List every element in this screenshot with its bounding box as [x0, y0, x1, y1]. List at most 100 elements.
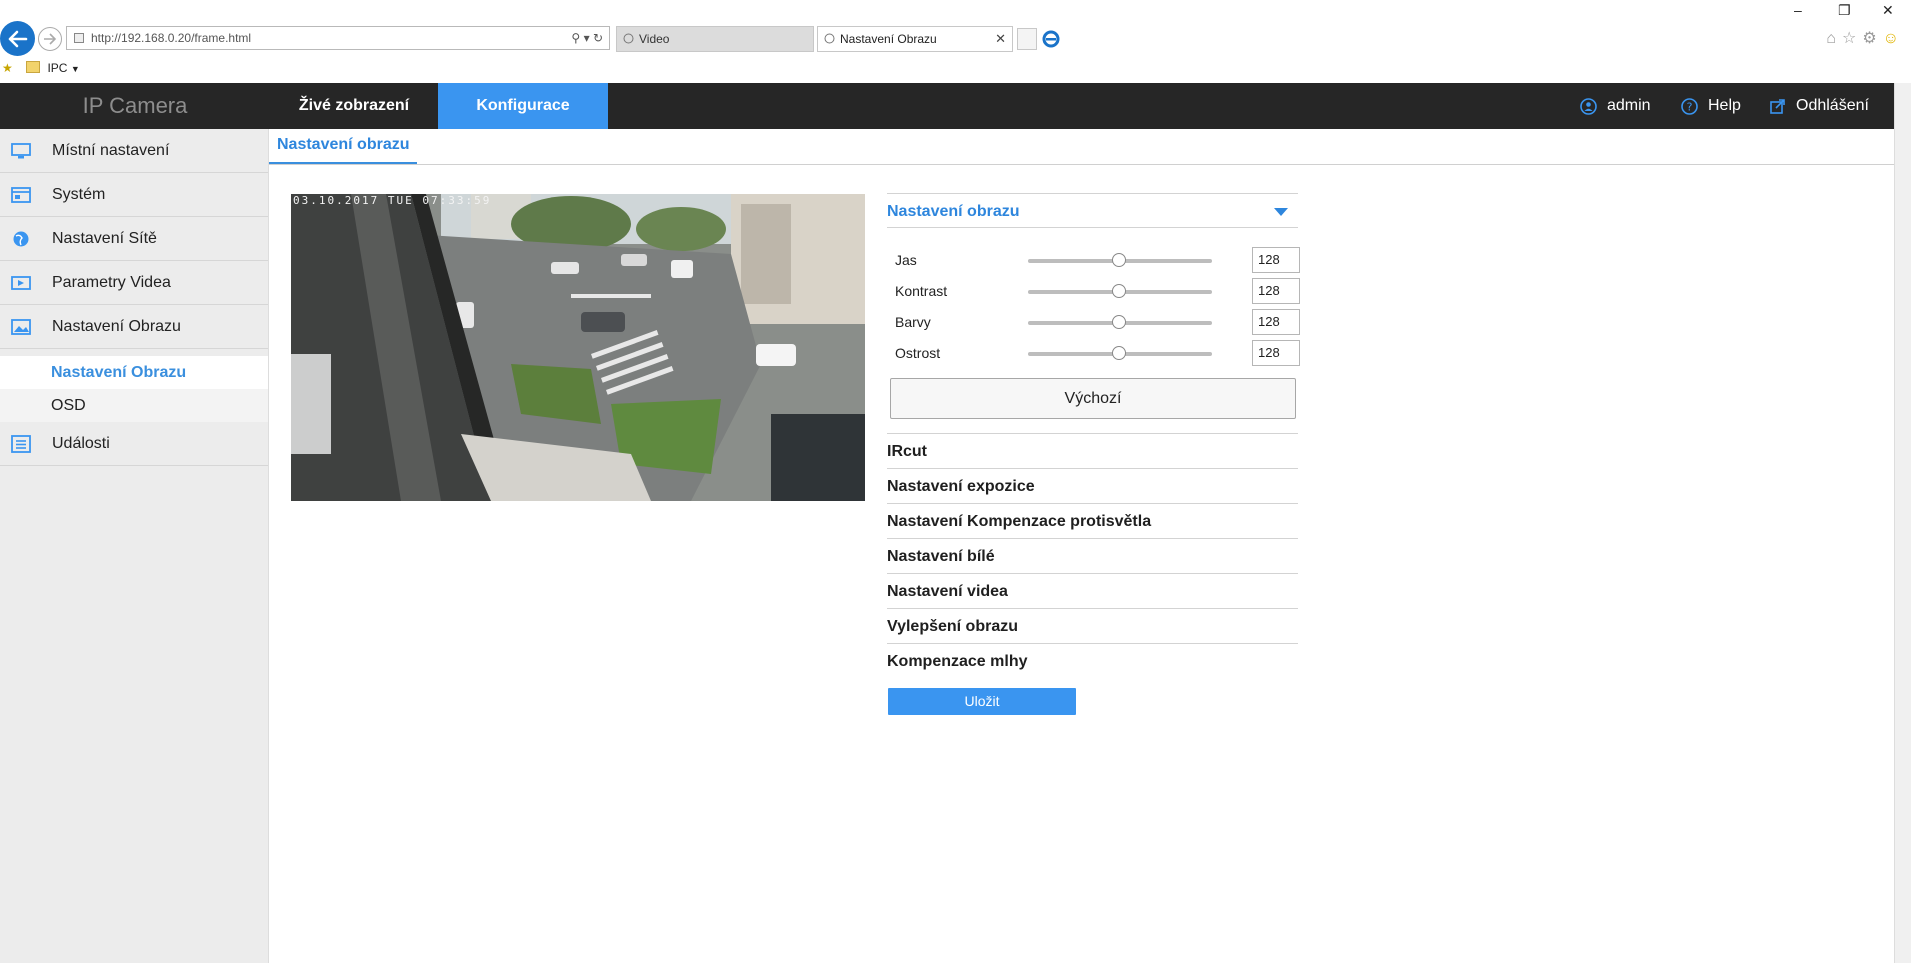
- page-icon: [74, 33, 84, 43]
- user-menu[interactable]: admin: [1580, 83, 1651, 129]
- slider-label: Jas: [895, 252, 917, 268]
- arrow-right-icon: [44, 33, 57, 45]
- back-button[interactable]: [0, 21, 35, 56]
- help-label: Help: [1708, 97, 1741, 114]
- slider-label: Ostrost: [895, 345, 941, 361]
- svg-text:?: ?: [1687, 100, 1693, 113]
- favorites-folder-ipc[interactable]: IPC: [47, 61, 67, 75]
- contrast-slider[interactable]: [1028, 284, 1212, 298]
- camera-scene-image: [291, 194, 865, 501]
- address-tools: ⚲ ▾ ↻: [571, 27, 603, 49]
- brightness-slider[interactable]: [1028, 253, 1212, 267]
- add-favorite-star-icon[interactable]: ★: [2, 61, 13, 75]
- vertical-scrollbar[interactable]: [1894, 83, 1911, 963]
- section-backlight-compensation[interactable]: Nastavení Kompenzace protisvětla: [887, 503, 1298, 538]
- contrast-value-input[interactable]: 128: [1252, 278, 1300, 304]
- sidebar-item-label: Systém: [52, 186, 106, 203]
- close-window-button[interactable]: ✕: [1882, 2, 1894, 19]
- sharpness-value-input[interactable]: 128: [1252, 340, 1300, 366]
- save-button[interactable]: Uložit: [888, 688, 1076, 715]
- sidebar-item-system[interactable]: Systém: [0, 173, 268, 217]
- default-button[interactable]: Výchozí: [890, 378, 1296, 419]
- slider-row-sharpness: Ostrost 128: [895, 339, 1300, 367]
- content-tab-image-settings[interactable]: Nastavení obrazu: [269, 129, 417, 165]
- chevron-down-icon[interactable]: ▼: [71, 64, 80, 74]
- ie-logo-icon[interactable]: [1040, 28, 1062, 50]
- browser-tab-image-settings[interactable]: Nastavení Obrazu ✕: [817, 26, 1013, 52]
- system-window-icon: [11, 187, 31, 203]
- help-link[interactable]: ? Help: [1681, 83, 1741, 129]
- sidebar-item-label: Nastavení Sítě: [52, 230, 157, 247]
- saturation-slider[interactable]: [1028, 315, 1212, 329]
- user-icon: [1580, 97, 1597, 115]
- browser-tab-video[interactable]: Video: [616, 26, 814, 52]
- forward-button[interactable]: [38, 27, 62, 51]
- image-icon: [11, 319, 31, 335]
- folder-icon: [26, 61, 41, 73]
- slider-handle[interactable]: [1112, 315, 1126, 329]
- globe-icon: [13, 231, 29, 247]
- monitor-icon: [11, 143, 31, 159]
- username: admin: [1607, 97, 1651, 114]
- sidebar-subitem-label: OSD: [51, 397, 86, 414]
- nav-configuration[interactable]: Konfigurace: [438, 83, 608, 129]
- logout-icon: [1770, 98, 1785, 114]
- content-divider: [269, 164, 1894, 165]
- caret-down-icon: [1274, 208, 1288, 216]
- dropdown-icon[interactable]: ▾: [584, 31, 590, 45]
- sidebar-item-label: Nastavení Obrazu: [52, 318, 181, 335]
- sidebar-item-network[interactable]: Nastavení Sítě: [0, 217, 268, 261]
- restore-button[interactable]: ❐: [1838, 2, 1851, 19]
- tab-label: Video: [639, 32, 670, 46]
- new-tab-button[interactable]: [1017, 28, 1037, 50]
- home-icon[interactable]: ⌂: [1826, 30, 1842, 47]
- toolbar-icons: ⌂☆⚙☺: [1826, 28, 1905, 48]
- url-text: http://192.168.0.20/frame.html: [91, 31, 252, 45]
- section-white-balance[interactable]: Nastavení bílé: [887, 538, 1298, 573]
- tab-favicon: [824, 33, 835, 44]
- sidebar-item-label: Místní nastavení: [52, 142, 170, 159]
- brightness-value-input[interactable]: 128: [1252, 247, 1300, 273]
- slider-label: Kontrast: [895, 283, 948, 299]
- logout-label: Odhlášení: [1796, 97, 1869, 114]
- section-defog[interactable]: Kompenzace mlhy: [887, 643, 1298, 678]
- sidebar-item-image-settings[interactable]: Nastavení Obrazu: [0, 305, 268, 349]
- events-list-icon: [11, 435, 31, 453]
- sidebar-subitem-osd[interactable]: OSD: [0, 389, 268, 422]
- slider-handle[interactable]: [1112, 253, 1126, 267]
- slider-label: Barvy: [895, 314, 931, 330]
- sidebar-item-video-params[interactable]: Parametry Videa: [0, 261, 268, 305]
- nav-live-view[interactable]: Živé zobrazení: [270, 83, 438, 129]
- slider-row-contrast: Kontrast 128: [895, 277, 1300, 305]
- close-tab-icon[interactable]: ✕: [995, 27, 1006, 51]
- slider-row-brightness: Jas 128: [895, 246, 1300, 274]
- slider-row-saturation: Barvy 128: [895, 308, 1300, 336]
- logout-link[interactable]: Odhlášení: [1769, 83, 1869, 129]
- slider-handle[interactable]: [1112, 284, 1126, 298]
- gear-icon[interactable]: ⚙: [1862, 30, 1882, 47]
- address-bar[interactable]: http://192.168.0.20/frame.html ⚲ ▾ ↻: [66, 26, 610, 50]
- sidebar: Místní nastavení Systém Nastavení Sítě P…: [0, 129, 269, 963]
- section-image-settings-header[interactable]: Nastavení obrazu: [887, 193, 1298, 228]
- sidebar-item-events[interactable]: Události: [0, 422, 268, 466]
- sidebar-item-label: Parametry Videa: [52, 274, 171, 291]
- tab-favicon: [623, 33, 634, 44]
- search-icon[interactable]: ⚲: [571, 31, 580, 45]
- sidebar-item-local-settings[interactable]: Místní nastavení: [0, 129, 268, 173]
- sharpness-slider[interactable]: [1028, 346, 1212, 360]
- slider-handle[interactable]: [1112, 346, 1126, 360]
- brand-logo: IP Camera: [82, 93, 188, 118]
- sidebar-item-label: Události: [52, 435, 110, 452]
- smiley-icon[interactable]: ☺: [1883, 30, 1905, 47]
- refresh-icon[interactable]: ↻: [593, 31, 603, 45]
- section-video-settings[interactable]: Nastavení videa: [887, 573, 1298, 608]
- saturation-value-input[interactable]: 128: [1252, 309, 1300, 335]
- section-exposure[interactable]: Nastavení expozice: [887, 468, 1298, 503]
- favorites-bar: ★ IPC ▼: [0, 58, 80, 78]
- section-image-enhancement[interactable]: Vylepšení obrazu: [887, 608, 1298, 643]
- section-ircut[interactable]: IRcut: [887, 433, 1298, 468]
- live-video-preview: 03.10.2017 TUE 07:33:59: [291, 194, 865, 501]
- favorites-star-icon[interactable]: ☆: [1842, 30, 1862, 47]
- minimize-button[interactable]: –: [1794, 2, 1802, 18]
- sidebar-subitem-image-settings[interactable]: Nastavení Obrazu: [0, 356, 268, 389]
